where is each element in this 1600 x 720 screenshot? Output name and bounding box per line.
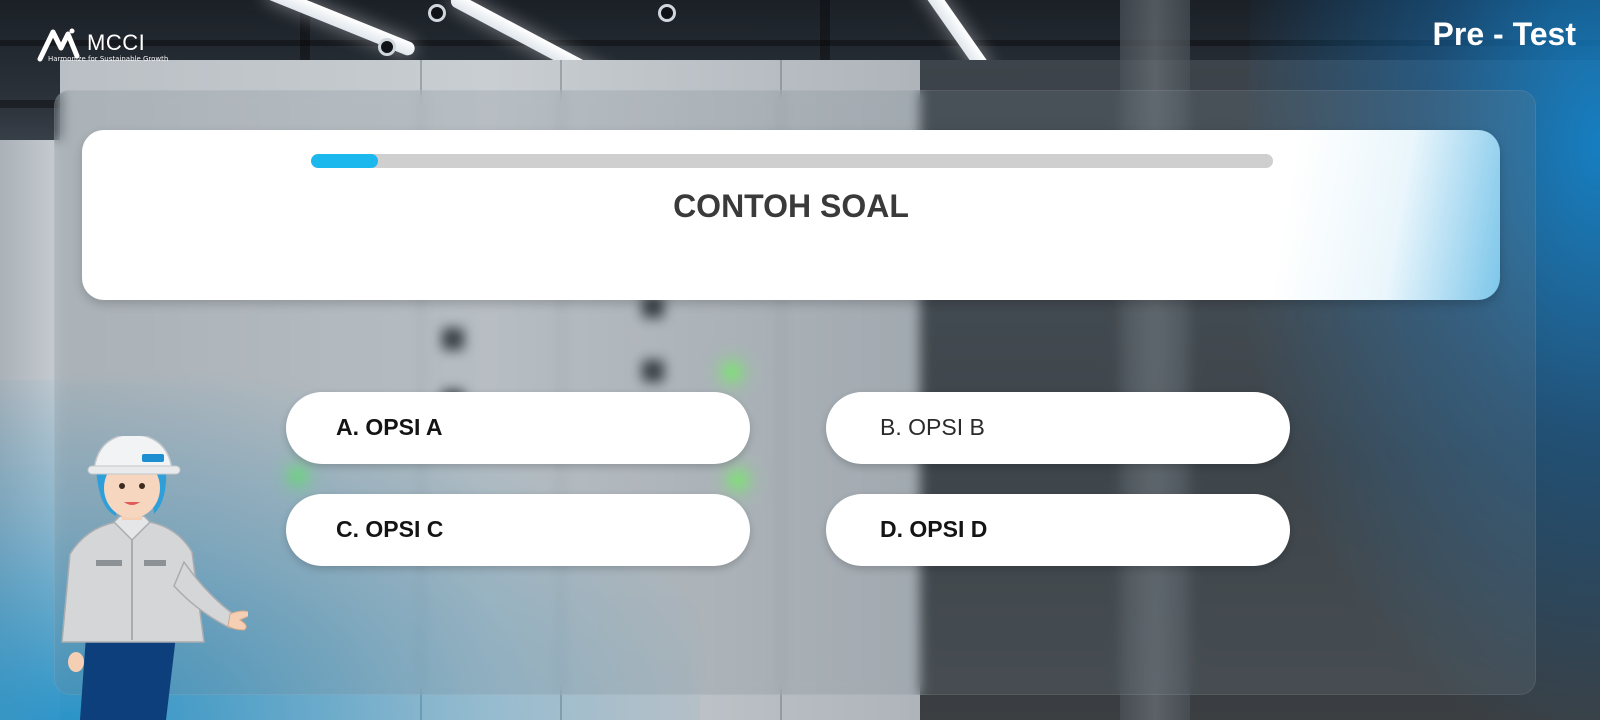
question-text: CONTOH SOAL [673,188,909,224]
logo-text: MCCI [87,30,146,55]
option-d-label: D. OPSI D [880,516,988,542]
mcci-logo: MCCI Harmonize for Sustainable Growth [37,24,168,68]
option-a-label: A. OPSI A [336,414,443,440]
mascot-illustration [61,436,248,720]
option-d-button[interactable]: D. OPSI D [826,494,1290,566]
page-title: Pre - Test [1432,16,1576,52]
lamp-cap [428,4,446,22]
logo-tagline: Harmonize for Sustainable Growth [48,55,169,63]
option-c-label: C. OPSI C [336,516,444,542]
question-card: CONTOH SOAL [82,130,1500,300]
option-a-button[interactable]: A. OPSI A [286,392,750,464]
option-c-button[interactable]: C. OPSI C [286,494,750,566]
option-b-button[interactable]: B. OPSI B [826,392,1290,464]
option-b-label: B. OPSI B [880,414,985,440]
progress-fill [311,154,379,168]
lamp-cap [378,38,396,56]
lamp-cap [658,4,676,22]
progress-bar [311,154,1273,168]
